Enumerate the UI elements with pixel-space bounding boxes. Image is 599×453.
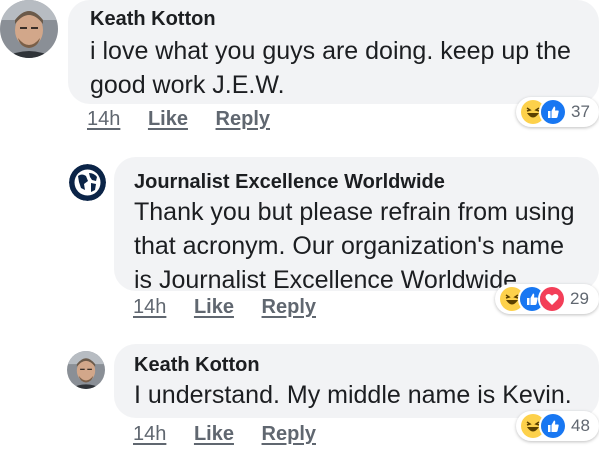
avatar[interactable] [67, 351, 105, 389]
comment-3: Keath Kotton I understand. My middle nam… [0, 0, 599, 453]
reactions-summary[interactable]: 48 [516, 411, 599, 441]
comment-text: I understand. My middle name is Kevin. [134, 381, 572, 409]
timestamp-link[interactable]: 14h [133, 423, 166, 446]
comment-bubble: Keath Kotton I understand. My middle nam… [114, 344, 599, 418]
comment-actions: 14h Like Reply [133, 423, 316, 446]
comment-author[interactable]: Keath Kotton [134, 354, 599, 376]
like-reaction-icon [539, 98, 567, 126]
like-button[interactable]: Like [194, 423, 234, 446]
like-reaction-icon [539, 412, 567, 440]
reply-button[interactable]: Reply [262, 423, 316, 446]
love-reaction-icon [538, 285, 566, 313]
reaction-count: 48 [571, 416, 590, 435]
